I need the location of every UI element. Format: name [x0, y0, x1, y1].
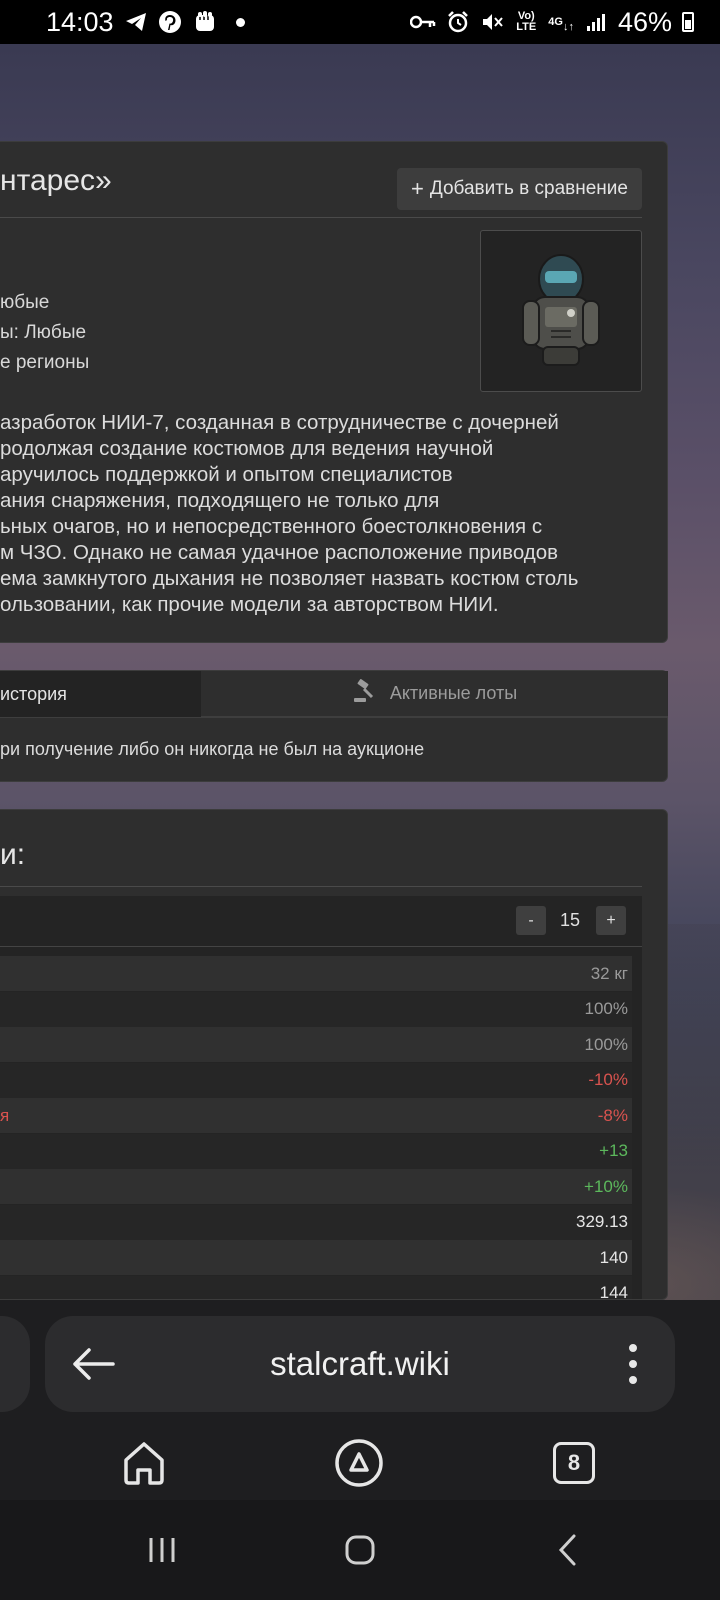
battery-icon	[682, 12, 694, 32]
stat-value: +10%	[584, 1176, 628, 1196]
home-icon[interactable]	[119, 1438, 169, 1488]
stat-value: 32 кг	[590, 963, 628, 983]
alice-icon[interactable]	[334, 1438, 384, 1488]
stat-row: 329.13	[0, 1204, 632, 1240]
level-decrease-button[interactable]: -	[516, 906, 546, 935]
tab-price-history[interactable]: история	[0, 671, 201, 717]
stat-value: 100%	[584, 1034, 628, 1054]
mute-icon	[480, 10, 504, 34]
back-chevron-icon[interactable]	[548, 1530, 588, 1570]
stat-row: -10%	[0, 1062, 632, 1098]
description-line: ания снаряжения, подходящего не только д…	[0, 489, 440, 512]
volte-icon: Vo) LTE	[516, 10, 537, 33]
recents-icon[interactable]	[142, 1530, 182, 1570]
stat-row: +13	[0, 1133, 632, 1169]
description-line: аручилось поддержкой и опытом специалист…	[0, 463, 453, 486]
title-divider	[0, 217, 642, 218]
stat-row: я -8%	[0, 1098, 632, 1133]
signal-icon	[584, 12, 608, 32]
description-line: азработок НИИ-7, созданная в сотрудничес…	[0, 411, 559, 434]
alarm-icon	[446, 10, 470, 34]
armor-suit-icon	[522, 254, 600, 366]
key-icon	[410, 14, 436, 30]
item-description: азработок НИИ-7, созданная в сотрудничес…	[0, 410, 642, 618]
notification-dot-icon	[235, 17, 245, 27]
pinterest-icon	[158, 10, 182, 34]
stat-value: +13	[599, 1141, 628, 1160]
home-circle-icon[interactable]	[340, 1530, 380, 1570]
status-time: 14:03	[46, 6, 114, 37]
tab-active-lots-label: Активные лоты	[389, 683, 518, 703]
description-line: ользовании, как прочие модели за авторст…	[0, 593, 499, 616]
stat-row: 140	[0, 1240, 632, 1275]
tab-count: 8	[553, 1442, 595, 1484]
item-title: нтарес»	[0, 164, 112, 197]
add-to-compare-label: Добавить в сравнение	[429, 178, 628, 199]
status-bar: 14:03 Vo) LTE 4G ↓↑ 46%	[0, 0, 720, 44]
stats-title: и:	[0, 838, 26, 871]
tab-price-history-label: история	[0, 683, 67, 704]
plus-icon: +	[411, 176, 424, 201]
more-vertical-icon[interactable]	[621, 1340, 645, 1388]
fist-icon	[192, 9, 218, 35]
item-meta-line-2: ы: Любые	[0, 322, 87, 343]
telegram-icon	[124, 11, 148, 33]
level-increase-button[interactable]: +	[596, 906, 626, 935]
stat-value: -10%	[588, 1070, 628, 1089]
level-divider	[0, 946, 642, 947]
stat-value: 329.13	[576, 1212, 628, 1231]
url-text[interactable]: stalcraft.wiki	[145, 1316, 575, 1412]
level-selector: - 15 +	[0, 896, 642, 946]
tab-active-lots[interactable]: Активные лоты	[201, 671, 668, 717]
level-value: 15	[559, 910, 581, 930]
item-meta-line-3: е регионы	[0, 352, 90, 373]
battery-percentage: 46%	[617, 6, 672, 37]
system-navigation-bar	[0, 1500, 720, 1600]
auction-panel: история Активные лоты ри получение либо …	[0, 670, 668, 782]
item-meta-line-1: юбые	[0, 292, 50, 313]
arrow-left-icon[interactable]	[69, 1340, 117, 1388]
stat-value: 140	[599, 1247, 628, 1267]
4g-icon: 4G ↓↑	[548, 15, 574, 33]
item-image	[480, 230, 642, 392]
stat-row: +10%	[0, 1169, 632, 1204]
stats-title-divider	[0, 886, 642, 887]
address-bar[interactable]: stalcraft.wiki	[45, 1316, 675, 1412]
stats-panel: и: - 15 + 32 кг 100% 100% -10% я -8% +13 +10% 32…	[0, 809, 668, 1300]
description-line: родолжая создание костюмов для ведения н…	[0, 437, 494, 460]
description-line: ема замкнутого дыхания не позволяет назв…	[0, 567, 579, 590]
stat-row: 100%	[0, 991, 632, 1027]
stat-value: 144	[599, 1283, 628, 1300]
tabs-divider	[0, 717, 668, 718]
auction-empty-message: ри получение либо он никогда не был на а…	[0, 739, 425, 759]
description-line: м ЧЗО. Однако не самая удачное расположе…	[0, 541, 559, 564]
item-info-panel: нтарес» + Добавить в сравнение юбые ы: Л…	[0, 141, 668, 643]
stat-value: 100%	[584, 999, 628, 1018]
gavel-icon	[352, 679, 378, 708]
stats-table: - 15 + 32 кг 100% 100% -10% я -8% +13 +10% 329.1…	[0, 896, 642, 1300]
description-line: ьных очагов, но и непосредственного боес…	[0, 515, 543, 538]
previous-tab-stub[interactable]	[0, 1316, 30, 1412]
stat-value: -8%	[597, 1105, 628, 1125]
stat-row: 32 кг	[0, 956, 632, 991]
stat-row: 100%	[0, 1027, 632, 1062]
stat-label: я	[0, 1105, 10, 1125]
tabs-count-button[interactable]: 8	[549, 1438, 599, 1488]
stat-row: 144	[0, 1275, 632, 1300]
add-to-compare-button[interactable]: + Добавить в сравнение	[397, 168, 642, 210]
